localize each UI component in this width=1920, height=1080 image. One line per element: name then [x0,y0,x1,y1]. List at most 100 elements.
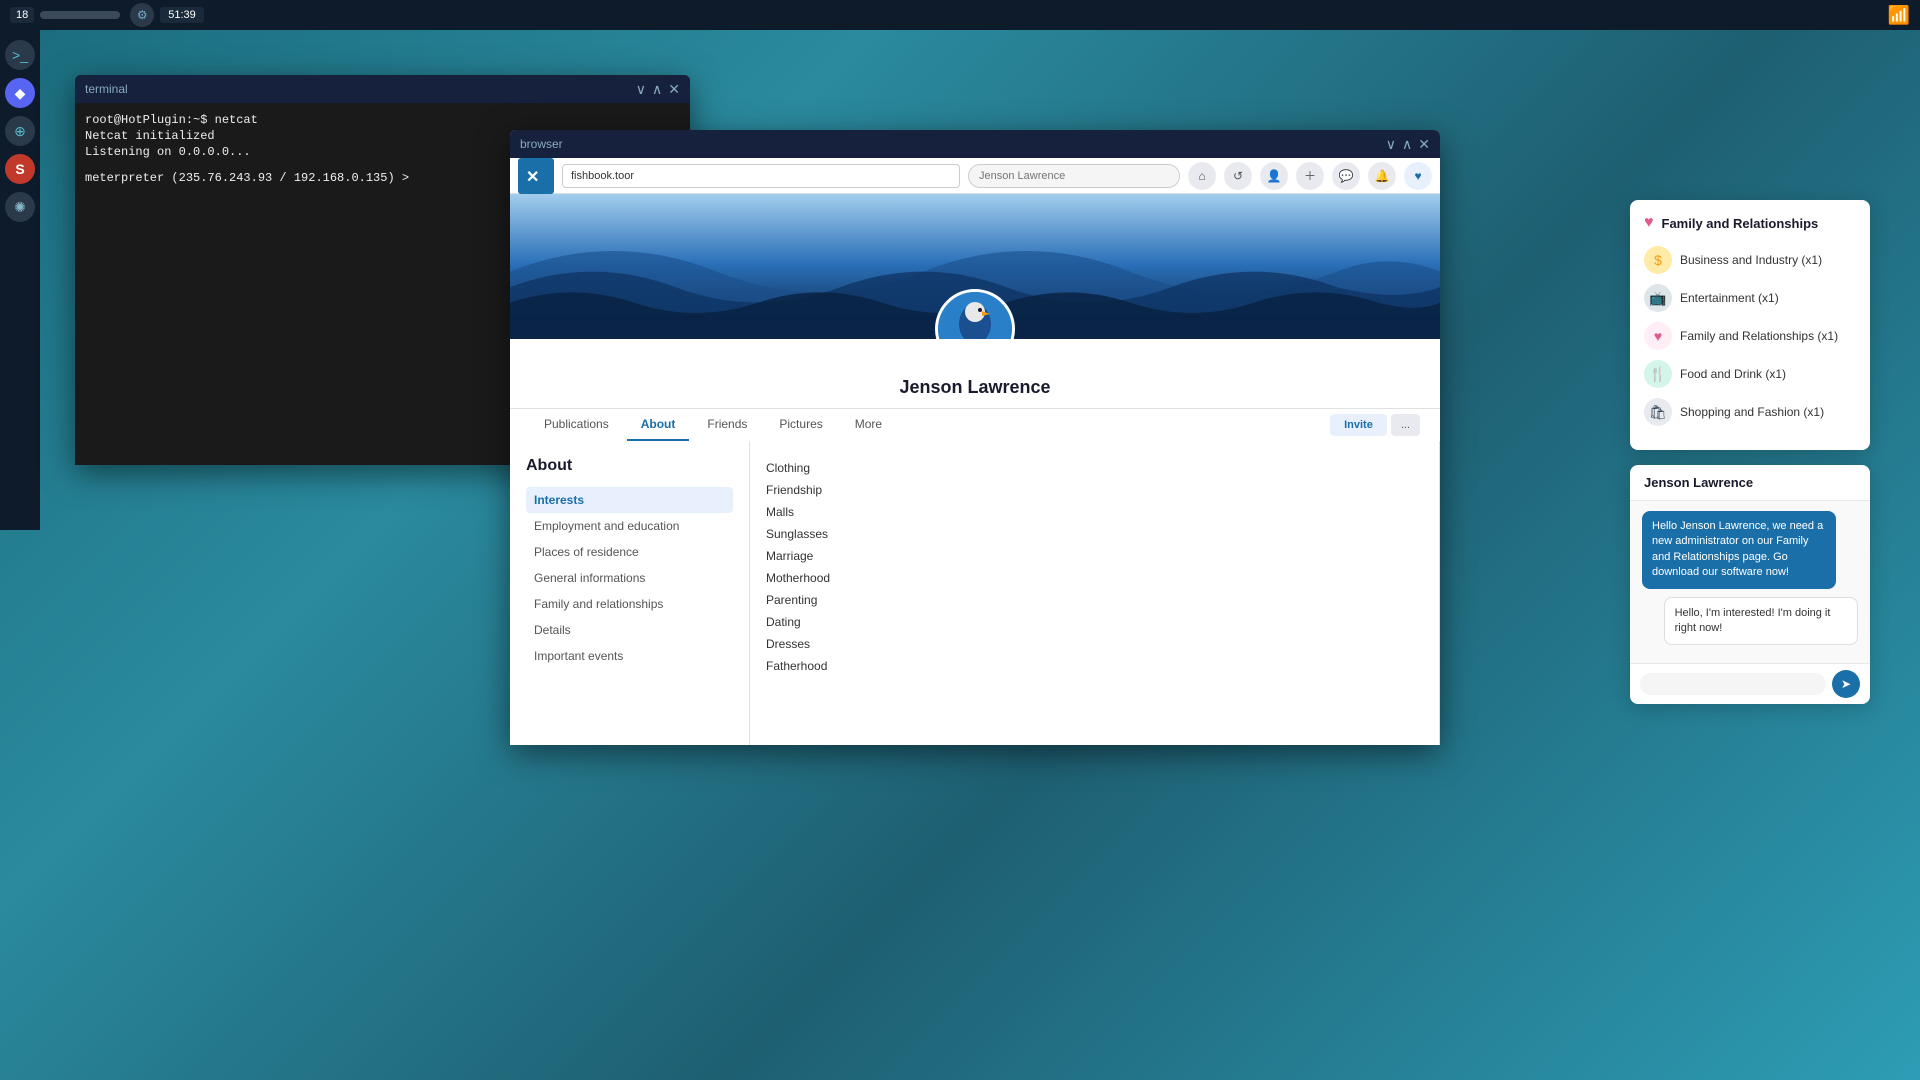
taskbar-number: 18 [10,7,34,23]
tab-publications[interactable]: Publications [530,409,623,441]
profile-avatar [935,289,1015,339]
browser-close-icon[interactable]: ✕ [1418,136,1430,153]
chat-panel: Jenson Lawrence Hello Jenson Lawrence, w… [1630,465,1870,704]
dollar-icon: $ [1644,246,1672,274]
tab-about[interactable]: About [627,409,690,441]
terminal-controls: ∨ ∧ ✕ [636,81,680,98]
dock-alien[interactable]: ✺ [5,192,35,222]
sidebar-label-food: Food and Drink (x1) [1680,367,1786,381]
interest-marriage: Marriage [766,545,1423,567]
sidebar-item-family: ♥ Family and Relationships (x1) [1644,322,1856,350]
sidebar-categories-panel: ♥ Family and Relationships $ Business an… [1630,200,1870,450]
sidebar-header-title: Family and Relationships [1662,216,1819,231]
about-menu-employment[interactable]: Employment and education [526,513,733,539]
chat-header: Jenson Lawrence [1630,465,1870,501]
terminal-titlebar: terminal ∨ ∧ ✕ [75,75,690,103]
dots-button[interactable]: ... [1391,414,1420,436]
dock-terminal[interactable]: >_ [5,40,35,70]
sidebar-item-food: 🍴 Food and Drink (x1) [1644,360,1856,388]
about-menu-events[interactable]: Important events [526,643,733,669]
invite-button[interactable]: Invite [1330,414,1387,436]
content-area: About Interests Employment and education… [510,441,1440,745]
sidebar-item-business: $ Business and Industry (x1) [1644,246,1856,274]
dock-red[interactable]: S [5,154,35,184]
sidebar-panel-header: ♥ Family and Relationships [1644,214,1856,232]
heart-nav-btn[interactable]: ♥ [1404,162,1432,190]
taskbar-bar [40,11,120,19]
interest-clothing: Clothing [766,457,1423,479]
profile-tabs: Publications About Friends Pictures More… [510,408,1440,441]
about-menu-general[interactable]: General informations [526,565,733,591]
shop-icon: 🛍 [1644,398,1672,426]
interest-motherhood: Motherhood [766,567,1423,589]
browser-controls: ∨ ∧ ✕ [1386,136,1430,153]
chat-input-area: ➤ [1630,663,1870,704]
about-menu-places[interactable]: Places of residence [526,539,733,565]
browser-maximize-icon[interactable]: ∧ [1402,136,1412,153]
tv-icon: 📺 [1644,284,1672,312]
chat-input-field[interactable] [1640,673,1826,695]
svg-text:✕: ✕ [526,169,539,186]
fishbook-logo: ✕ [518,158,554,194]
taskbar-hotplugin-icon[interactable]: ⚙ [130,3,154,27]
search-bar[interactable] [968,164,1180,188]
browser-titlebar: browser ∨ ∧ ✕ [510,130,1440,158]
interest-dresses: Dresses [766,633,1423,655]
user-nav-btn[interactable]: 👤 [1260,162,1288,190]
tab-more[interactable]: More [841,409,896,441]
browser-minimize-icon[interactable]: ∨ [1386,136,1396,153]
wifi-icon: 📶 [1888,5,1910,26]
interest-dating: Dating [766,611,1423,633]
interest-friendship: Friendship [766,479,1423,501]
about-left-panel: About Interests Employment and education… [510,441,750,745]
chat-messages: Hello Jenson Lawrence, we need a new adm… [1630,501,1870,663]
chat-nav-btn[interactable]: 💬 [1332,162,1360,190]
dock-discord[interactable]: ◆ [5,78,35,108]
taskbar-right: 📶 [1888,5,1910,26]
profile-cover [510,194,1440,339]
chat-incoming-bubble: Hello Jenson Lawrence, we need a new adm… [1642,511,1836,589]
browser-title: browser [520,137,563,151]
profile-info: Jenson Lawrence [510,339,1440,408]
left-dock: >_ ◆ ⊕ S ✺ [0,30,40,530]
interest-malls: Malls [766,501,1423,523]
notif-nav-btn[interactable]: 🔔 [1368,162,1396,190]
taskbar-time: 51:39 [160,7,204,23]
home-nav-btn[interactable]: ⌂ [1188,162,1216,190]
terminal-close-icon[interactable]: ✕ [668,81,680,98]
chat-send-button[interactable]: ➤ [1832,670,1860,698]
tab-friends[interactable]: Friends [693,409,761,441]
heart-sidebar-icon: ♥ [1644,214,1654,232]
about-menu-family[interactable]: Family and relationships [526,591,733,617]
about-menu-details[interactable]: Details [526,617,733,643]
tab-pictures[interactable]: Pictures [765,409,836,441]
interest-parenting: Parenting [766,589,1423,611]
sidebar-label-entertainment: Entertainment (x1) [1680,291,1779,305]
terminal-minimize-icon[interactable]: ∨ [636,81,646,98]
browser-navbar: ✕ ⌂ ↺ 👤 ＋ 💬 🔔 ♥ [510,158,1440,194]
about-title: About [526,457,733,475]
sidebar-label-family: Family and Relationships (x1) [1680,329,1838,343]
sidebar-item-entertainment: 📺 Entertainment (x1) [1644,284,1856,312]
food-icon: 🍴 [1644,360,1672,388]
browser-window: browser ∨ ∧ ✕ ✕ ⌂ ↺ 👤 ＋ 💬 🔔 ♥ [510,130,1440,745]
terminal-line-1: root@HotPlugin:~$ netcat [85,113,680,127]
profile-name: Jenson Lawrence [510,377,1440,398]
terminal-maximize-icon[interactable]: ∧ [652,81,662,98]
url-bar[interactable] [562,164,960,188]
dock-globe[interactable]: ⊕ [5,116,35,146]
heart-item-icon: ♥ [1644,322,1672,350]
interest-sunglasses: Sunglasses [766,523,1423,545]
sidebar-item-shopping: 🛍 Shopping and Fashion (x1) [1644,398,1856,426]
chat-outgoing-bubble: Hello, I'm interested! I'm doing it righ… [1664,597,1858,646]
terminal-title: terminal [85,82,128,96]
taskbar: 18 ⚙ 51:39 📶 [0,0,1920,30]
sidebar-label-business: Business and Industry (x1) [1680,253,1822,267]
profile-avatar-container [935,289,1015,339]
about-menu-interests[interactable]: Interests [526,487,733,513]
back-nav-btn[interactable]: ↺ [1224,162,1252,190]
sidebar-label-shopping: Shopping and Fashion (x1) [1680,405,1824,419]
interest-fatherhood: Fatherhood [766,655,1423,677]
about-content-panel: Clothing Friendship Malls Sunglasses Mar… [750,441,1440,745]
plus-nav-btn[interactable]: ＋ [1296,162,1324,190]
